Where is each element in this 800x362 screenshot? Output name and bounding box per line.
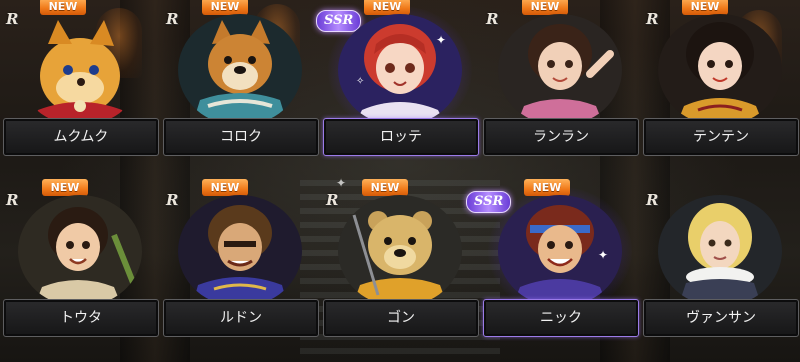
character-name-plate: ムクムク [3, 118, 159, 156]
rarity-badge-ssr: SSR [316, 10, 362, 32]
new-badge: NEW [522, 0, 568, 15]
rarity-badge-ssr: SSR [466, 191, 512, 213]
svg-text:✦: ✦ [598, 248, 608, 262]
character-card[interactable]: SSR NEW ✦ ニック [466, 179, 640, 362]
character-portrait [658, 195, 782, 307]
new-badge: NEW [202, 179, 248, 196]
new-badge: NEW [524, 179, 570, 196]
character-portrait [18, 14, 142, 126]
character-portrait [338, 195, 462, 307]
new-badge: NEW [364, 0, 410, 15]
character-card[interactable]: R NEW ムクムク [0, 0, 160, 181]
rarity-badge-r: R [166, 191, 179, 209]
rarity-badge-r: R [326, 191, 339, 209]
character-name-plate: ロッテ [323, 118, 479, 156]
character-card[interactable]: R NEW トウタ [0, 179, 160, 362]
character-name-plate: ニック [483, 299, 639, 337]
character-card[interactable]: SSR NEW ✦ ✧ ロッテ [316, 0, 480, 181]
character-portrait [658, 14, 782, 126]
character-portrait [498, 14, 622, 126]
new-badge: NEW [42, 179, 88, 196]
character-card[interactable]: R ヴァンサン [640, 181, 800, 362]
character-name-plate: ルドン [163, 299, 319, 337]
rarity-badge-r: R [646, 191, 659, 209]
svg-text:✦: ✦ [436, 33, 446, 47]
character-card[interactable]: R NEW コロク [160, 0, 320, 181]
character-portrait [18, 195, 142, 307]
character-portrait: ✦ [498, 195, 622, 307]
gacha-results-screen: ✦ ✧ ✦ R NEW ムクムク R NEW [0, 0, 800, 362]
character-portrait [178, 195, 302, 307]
new-badge: NEW [40, 0, 86, 15]
character-name-plate: ヴァンサン [643, 299, 799, 337]
rarity-badge-r: R [486, 10, 499, 28]
rarity-badge-r: R [646, 10, 659, 28]
character-card[interactable]: R NEW ルドン [160, 179, 320, 362]
character-portrait: ✦ ✧ [338, 14, 462, 126]
character-name-plate: コロク [163, 118, 319, 156]
character-portrait [178, 14, 302, 126]
new-badge: NEW [362, 179, 408, 196]
character-name-plate: テンテン [643, 118, 799, 156]
rarity-badge-r: R [6, 10, 19, 28]
new-badge: NEW [202, 0, 248, 15]
character-card[interactable]: R NEW ランラン [480, 0, 640, 181]
character-name-plate: ゴン [323, 299, 479, 337]
character-card[interactable]: R NEW ゴン [320, 179, 480, 362]
rarity-badge-r: R [6, 191, 19, 209]
character-name-plate: トウタ [3, 299, 159, 337]
rarity-badge-r: R [166, 10, 179, 28]
new-badge: NEW [682, 0, 728, 15]
character-name-plate: ランラン [483, 118, 639, 156]
character-card[interactable]: R NEW テンテン [640, 0, 800, 181]
svg-text:✧: ✧ [356, 76, 364, 87]
